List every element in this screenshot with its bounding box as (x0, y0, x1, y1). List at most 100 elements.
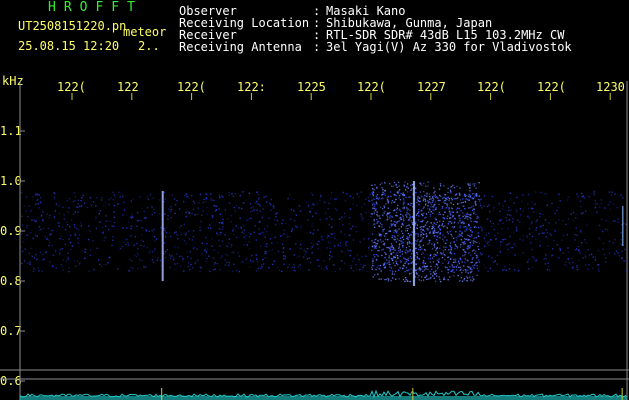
noise-pixel (421, 220, 423, 223)
noise-pixel (402, 193, 404, 196)
noise-pixel (393, 238, 395, 240)
noise-pixel (435, 269, 437, 272)
noise-pixel (389, 212, 391, 214)
noise-pixel (219, 196, 221, 198)
noise-pixel (502, 222, 504, 224)
noise-pixel (545, 229, 547, 231)
noise-pixel (605, 261, 607, 263)
noise-pixel (385, 203, 387, 205)
noise-pixel (231, 251, 233, 254)
noise-pixel (242, 202, 245, 204)
noise-pixel (228, 202, 231, 204)
noise-pixel (372, 195, 375, 197)
noise-pixel (548, 222, 550, 224)
noise-pixel (474, 183, 476, 185)
noise-pixel (438, 211, 441, 213)
noise-pixel (382, 248, 385, 251)
noise-pixel (587, 249, 589, 251)
noise-pixel (423, 182, 425, 185)
noise-pixel (467, 213, 469, 216)
noise-pixel (576, 269, 579, 271)
noise-pixel (141, 259, 143, 262)
noise-pixel (194, 262, 196, 265)
noise-pixel (459, 202, 461, 204)
noise-pixel (21, 262, 23, 265)
noise-pixel (266, 225, 269, 227)
noise-pixel (420, 280, 422, 282)
noise-pixel (298, 247, 300, 249)
noise-pixel (607, 203, 610, 206)
noise-pixel (432, 247, 434, 250)
noise-pixel (425, 185, 427, 187)
noise-pixel (58, 222, 60, 224)
noise-pixel (200, 220, 202, 223)
noise-pixel (430, 268, 433, 270)
noise-pixel (602, 242, 605, 245)
noise-pixel (480, 198, 482, 200)
noise-pixel (140, 244, 142, 247)
noise-pixel (348, 223, 351, 225)
noise-pixel (204, 249, 206, 252)
noise-pixel (40, 202, 42, 204)
noise-pixel (445, 197, 447, 200)
noise-pixel (38, 270, 40, 272)
noise-pixel (451, 264, 453, 266)
noise-pixel (615, 250, 618, 252)
noise-pixel (386, 232, 388, 235)
noise-pixel (140, 207, 142, 209)
noise-pixel (158, 213, 161, 215)
signal-trace (19, 388, 627, 400)
noise-pixel (387, 277, 389, 280)
noise-pixel (406, 216, 408, 218)
noise-pixel (456, 264, 459, 266)
noise-pixel (448, 269, 450, 271)
noise-pixel (588, 254, 591, 256)
noise-pixel (426, 222, 428, 224)
noise-pixel (80, 225, 83, 227)
noise-pixel (403, 194, 405, 197)
noise-pixel (394, 223, 396, 226)
noise-pixel (519, 221, 521, 223)
noise-pixel (602, 248, 604, 250)
noise-pixel (285, 222, 287, 225)
noise-pixel (429, 254, 431, 256)
noise-pixel (227, 264, 230, 267)
noise-pixel (406, 238, 408, 240)
noise-pixel (93, 269, 95, 271)
noise-pixel (432, 209, 434, 211)
noise-pixel (531, 248, 533, 251)
noise-pixel (31, 219, 33, 221)
noise-pixel (570, 213, 572, 215)
noise-pixel (406, 242, 409, 244)
noise-pixel (422, 244, 424, 246)
noise-pixel (132, 267, 134, 269)
noise-pixel (258, 197, 260, 199)
noise-pixel (410, 233, 412, 235)
noise-pixel (416, 198, 419, 200)
noise-pixel (390, 258, 393, 260)
noise-pixel (617, 221, 619, 223)
noise-pixel (449, 276, 451, 278)
noise-pixel (33, 270, 35, 273)
meteor-echo (161, 191, 164, 281)
noise-pixel (249, 211, 252, 213)
noise-pixel (379, 183, 381, 186)
noise-pixel (454, 260, 457, 262)
noise-pixel (621, 250, 623, 253)
noise-pixel (415, 233, 418, 235)
noise-pixel (308, 211, 311, 213)
noise-pixel (620, 232, 622, 234)
noise-pixel (550, 234, 553, 236)
noise-pixel (130, 225, 133, 227)
noise-pixel (459, 187, 461, 189)
noise-pixel (418, 211, 420, 213)
noise-pixel (151, 251, 153, 253)
noise-pixel (584, 239, 586, 241)
noise-pixel (140, 267, 142, 270)
noise-pixel (477, 226, 480, 229)
noise-pixel (448, 249, 450, 251)
noise-pixel (545, 193, 547, 195)
noise-pixel (527, 261, 529, 264)
noise-pixel (563, 263, 566, 265)
noise-pixel (353, 257, 355, 260)
